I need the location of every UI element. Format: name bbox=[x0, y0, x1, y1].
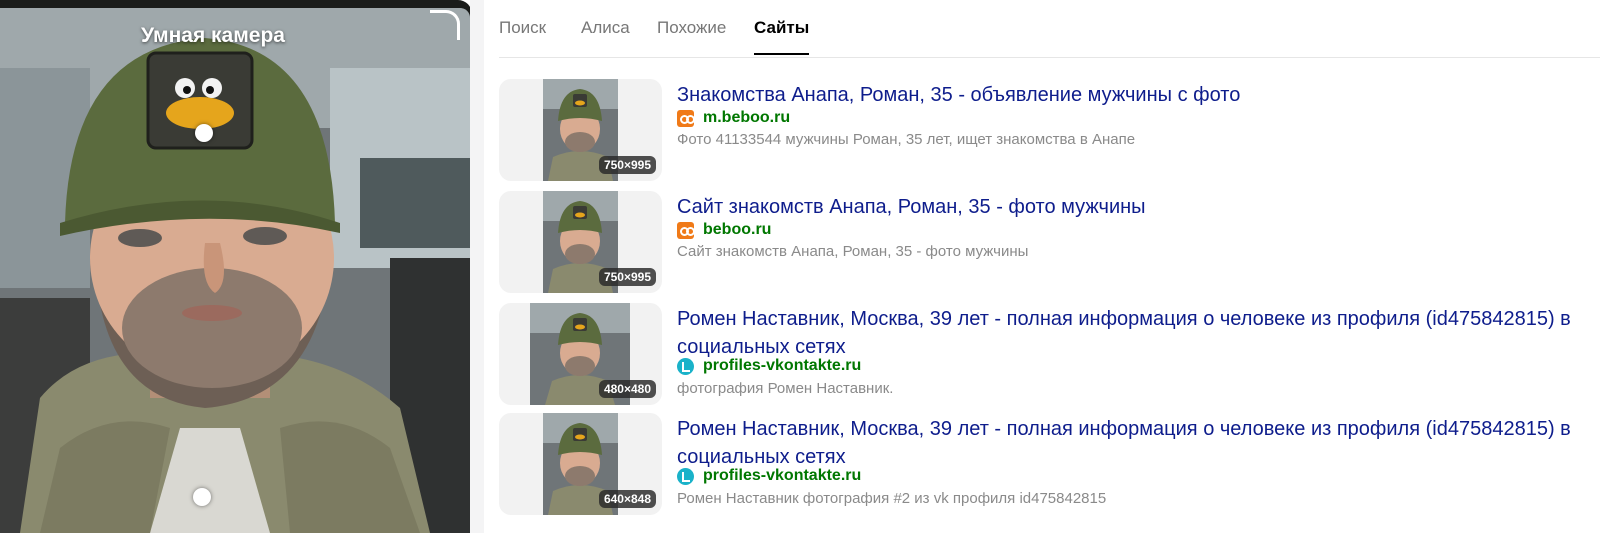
result-source: m.beboo.ru bbox=[677, 109, 790, 127]
image-size-badge: 750×995 bbox=[598, 156, 656, 174]
tab-search[interactable]: Поиск bbox=[499, 18, 546, 38]
result-domain-link[interactable]: beboo.ru bbox=[703, 221, 771, 239]
result-title-link[interactable]: Знакомства Анапа, Роман, 35 - объявление… bbox=[677, 81, 1577, 109]
result-domain-link[interactable]: profiles-vkontakte.ru bbox=[703, 357, 861, 375]
tab-sites[interactable]: Сайты bbox=[754, 18, 810, 55]
result-item: 750×995 Сайт знакомств Анапа, Роман, 35 … bbox=[499, 191, 1584, 293]
result-thumbnail[interactable]: 480×480 bbox=[499, 303, 662, 405]
result-source: profiles-vkontakte.ru bbox=[677, 467, 861, 485]
tab-similar[interactable]: Похожие bbox=[657, 18, 726, 38]
result-title-link[interactable]: Ромен Наставник, Москва, 39 лет - полная… bbox=[677, 305, 1577, 361]
beboo-icon bbox=[677, 221, 695, 239]
result-title-link[interactable]: Ромен Наставник, Москва, 39 лет - полная… bbox=[677, 415, 1577, 471]
result-domain-link[interactable]: m.beboo.ru bbox=[703, 109, 790, 127]
camera-photo bbox=[0, 8, 470, 533]
image-size-badge: 480×480 bbox=[598, 380, 656, 398]
result-item: 750×995 Знакомства Анапа, Роман, 35 - об… bbox=[499, 79, 1584, 181]
crop-bottom-handle[interactable] bbox=[193, 488, 211, 506]
tab-alisa[interactable]: Алиса bbox=[581, 18, 630, 38]
result-title-link[interactable]: Сайт знакомств Анапа, Роман, 35 - фото м… bbox=[677, 193, 1577, 221]
result-source: profiles-vkontakte.ru bbox=[677, 357, 861, 375]
result-snippet: Ромен Наставник фотография #2 из vk проф… bbox=[677, 490, 1107, 507]
image-size-badge: 750×995 bbox=[598, 268, 656, 286]
image-size-badge: 640×848 bbox=[598, 490, 656, 508]
panel-divider bbox=[470, 0, 484, 533]
crop-corner-handle[interactable] bbox=[430, 10, 460, 40]
result-snippet: Сайт знакомств Анапа, Роман, 35 - фото м… bbox=[677, 243, 1029, 260]
result-snippet: Фото 41133544 мужчины Роман, 35 лет, ище… bbox=[677, 131, 1136, 148]
result-thumbnail[interactable]: 750×995 bbox=[499, 191, 662, 293]
result-item: 480×480 Ромен Наставник, Москва, 39 лет … bbox=[499, 303, 1584, 405]
tabs-bar: Поиск Алиса Похожие Сайты bbox=[499, 0, 1600, 58]
result-item: 640×848 Ромен Наставник, Москва, 39 лет … bbox=[499, 413, 1584, 515]
camera-title: Умная камера bbox=[141, 24, 285, 47]
smart-camera-panel: Умная камера bbox=[0, 0, 472, 533]
vk-profile-icon bbox=[677, 357, 694, 375]
crop-top-handle[interactable] bbox=[195, 124, 213, 142]
result-domain-link[interactable]: profiles-vkontakte.ru bbox=[703, 467, 861, 485]
result-thumbnail[interactable]: 640×848 bbox=[499, 413, 662, 515]
beboo-icon bbox=[677, 109, 695, 127]
results-area: Поиск Алиса Похожие Сайты 750×995 Знаком… bbox=[484, 0, 1600, 533]
vk-profile-icon bbox=[677, 467, 694, 485]
result-source: beboo.ru bbox=[677, 221, 771, 239]
result-snippet: фотография Ромен Наставник. bbox=[677, 380, 894, 397]
result-thumbnail[interactable]: 750×995 bbox=[499, 79, 662, 181]
